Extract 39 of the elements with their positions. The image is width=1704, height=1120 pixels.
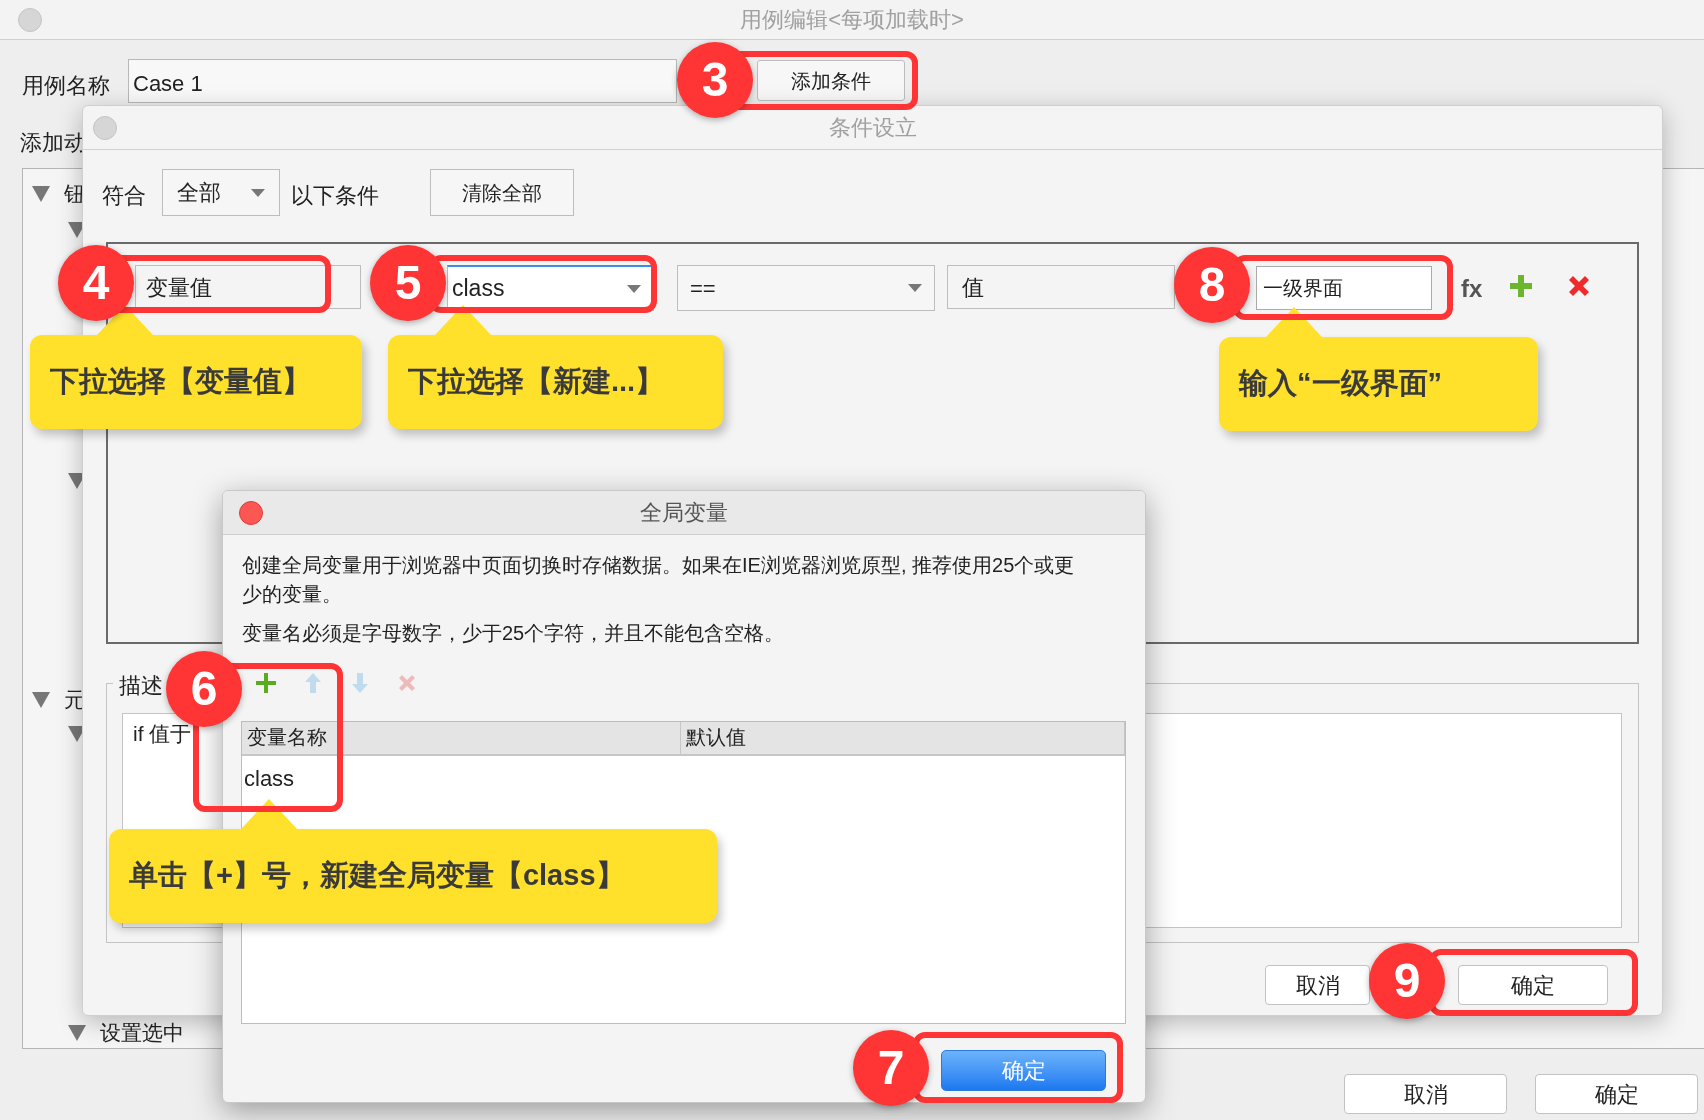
value-type-field[interactable]: 值 bbox=[947, 265, 1175, 309]
variable-dropdown[interactable]: class bbox=[447, 265, 654, 311]
cancel-button[interactable]: 取消 bbox=[1344, 1074, 1507, 1114]
fx-label[interactable]: fx bbox=[1461, 271, 1483, 307]
delete-icon[interactable] bbox=[1567, 274, 1591, 298]
operator-dropdown[interactable]: == bbox=[677, 265, 935, 311]
plus-icon[interactable] bbox=[254, 671, 278, 695]
callout-text: 下拉选择【变量值】 bbox=[50, 364, 311, 400]
column-header[interactable]: 默认值 bbox=[681, 722, 1125, 754]
column-header[interactable]: 变量名称 bbox=[242, 722, 681, 754]
match-suffix-label: 以下条件 bbox=[291, 182, 379, 210]
callout-text: 单击【+】号，新建全局变量【class】 bbox=[129, 858, 625, 894]
table-cell-text: class bbox=[243, 764, 296, 793]
ok-button[interactable]: 确定 bbox=[1458, 965, 1608, 1005]
callout-text: 输入“一级界面” bbox=[1239, 366, 1442, 402]
cancel-button[interactable]: 取消 bbox=[1265, 965, 1370, 1005]
dialog-title: 全局变量 bbox=[640, 499, 728, 527]
expand-arrow-icon[interactable] bbox=[32, 185, 50, 202]
case-name-field[interactable]: Case 1 bbox=[128, 59, 677, 103]
match-dropdown[interactable]: 全部 bbox=[162, 169, 280, 216]
description-text: 创建全局变量用于浏览器中页面切换时存储数据。如果在IE浏览器浏览原型, 推荐使用25个或更少的变量。 bbox=[242, 553, 1076, 607]
close-icon[interactable] bbox=[239, 501, 263, 525]
expand-arrow-icon[interactable] bbox=[68, 1024, 86, 1041]
clear-all-button[interactable]: 清除全部 bbox=[430, 169, 574, 216]
caret-icon bbox=[627, 284, 641, 293]
case-name-label: 用例名称 bbox=[22, 72, 110, 100]
tree-item-label[interactable]: 设置选中 bbox=[100, 1017, 184, 1049]
caret-icon bbox=[251, 188, 265, 197]
match-label: 符合 bbox=[102, 182, 146, 210]
dialog-title: 条件设立 bbox=[828, 114, 917, 142]
caret-icon bbox=[908, 284, 922, 292]
expand-arrow-icon[interactable] bbox=[32, 691, 50, 708]
callout-text: 下拉选择【新建...】 bbox=[408, 364, 665, 400]
value-input[interactable]: 一级界面 bbox=[1256, 266, 1432, 310]
window-title: 用例编辑<每项加载时> bbox=[740, 6, 964, 34]
ok-button[interactable]: 确定 bbox=[1535, 1074, 1698, 1114]
add-condition-button[interactable]: 添加条件 bbox=[757, 60, 905, 101]
add-icon[interactable] bbox=[1509, 274, 1533, 298]
description-text: 变量名必须是字母数字，少于25个字符，并且不能包含空格。 bbox=[242, 621, 786, 646]
